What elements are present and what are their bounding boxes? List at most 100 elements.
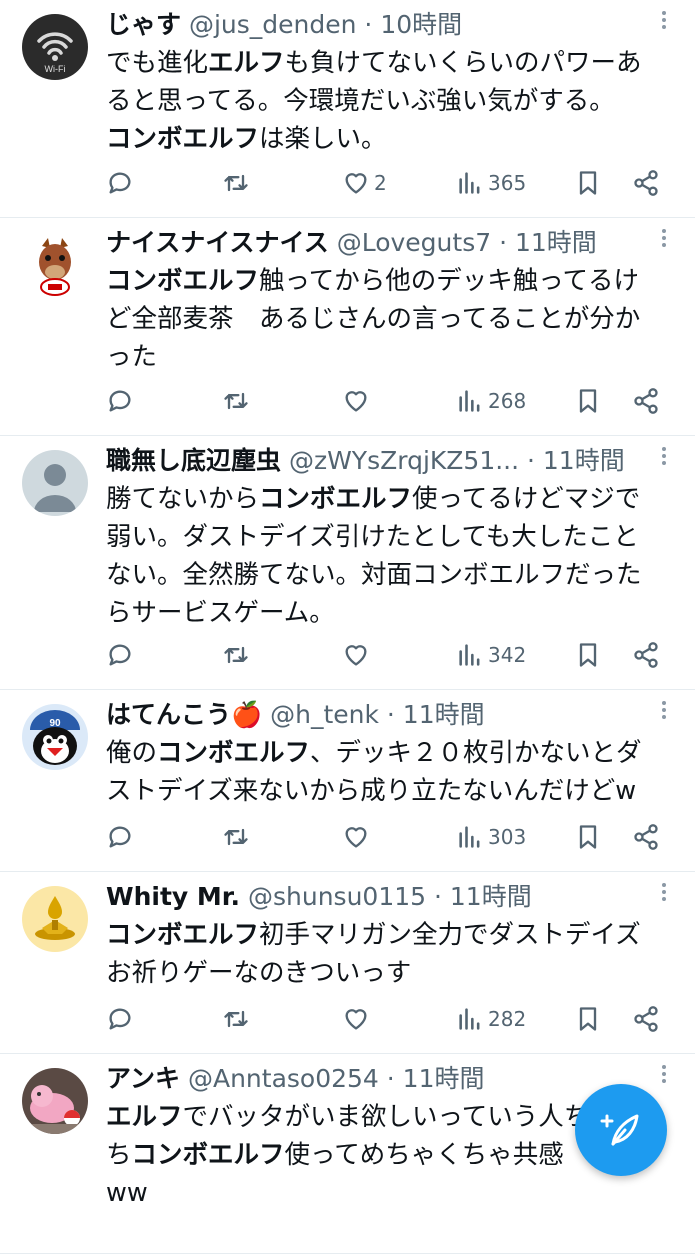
retweet-icon [222,169,250,197]
tweet-header: Whity Mr. @shunsu0115 · 11時間 [106,880,655,914]
share-button[interactable] [632,820,660,854]
like-count: 2 [374,171,387,195]
action-bar: 2 365 [106,166,665,200]
tweet-header: アンキ @Anntaso0254 · 11時間 [106,1062,655,1096]
heart-icon [342,169,370,197]
views-button[interactable]: 282 [456,1002,526,1036]
like-button[interactable] [342,820,374,854]
tweet-text: コンボエルフ初手マリガン全力でダストデイズ お祈りゲーなのきついっす [106,916,677,992]
views-button[interactable]: 303 [456,820,526,854]
more-options-icon[interactable] [661,444,667,468]
reply-button[interactable] [106,820,134,854]
heart-icon [342,641,370,669]
share-button[interactable] [632,638,660,672]
action-bar: 342 [106,638,665,672]
highlighted-keyword: コンボエルフ [259,484,413,514]
bookmark-button[interactable] [574,638,602,672]
meta-separator: · [426,882,450,911]
tweet-header: はてんこう🍎 @h_tenk · 11時間 [106,698,655,732]
highlighted-keyword: エルフ [106,1102,183,1132]
timestamp[interactable]: 11時間 [450,882,532,911]
avatar[interactable]: Wi-Fi [22,14,88,80]
meta-separator: · [491,228,515,257]
share-icon [632,641,660,669]
reply-button[interactable] [106,638,134,672]
tweet-text: コンボエルフ触ってから他のデッキ触ってるけ ど全部麦茶 あるじさんの言ってること… [106,262,677,376]
tweet[interactable]: ナイスナイスナイス @Loveguts7 · 11時間 コンボエルフ触ってから他の… [0,218,695,436]
tweet[interactable]: 職無し底辺塵虫 @zWYsZrqjKZ51... · 11時間 勝てないからコンボ… [0,436,695,690]
user-handle[interactable]: @h_tenk [270,700,379,729]
timestamp[interactable]: 10時間 [380,10,462,39]
display-name[interactable]: じゃす [106,10,181,39]
retweet-button[interactable] [222,1002,250,1036]
share-button[interactable] [632,384,660,418]
display-name[interactable]: はてんこう🍎 [106,700,262,729]
tweet[interactable]: Wi-Fi じゃす @jus_denden · 10時間 でも進化エルフも負けてない… [0,0,695,218]
user-handle[interactable]: @shunsu0115 [248,882,426,911]
retweet-button[interactable] [222,384,250,418]
like-button[interactable]: 2 [342,166,387,200]
user-handle[interactable]: @jus_denden [189,10,357,39]
retweet-button[interactable] [222,820,250,854]
more-options-icon[interactable] [661,1062,667,1086]
reply-icon [106,823,134,851]
meta-separator: · [356,10,381,39]
views-button[interactable]: 365 [456,166,526,200]
avatar[interactable] [22,450,88,516]
highlighted-keyword: コンボエルフ [131,1140,285,1170]
more-options-icon[interactable] [661,880,667,904]
display-name[interactable]: 職無し底辺塵虫 [106,446,281,475]
more-options-icon[interactable] [661,8,667,32]
user-handle[interactable]: @Loveguts7 [337,228,491,257]
highlighted-keyword: コンボエルフ [106,266,260,296]
retweet-button[interactable] [222,638,250,672]
display-name[interactable]: ナイスナイスナイス [106,228,329,257]
timestamp[interactable]: 11時間 [403,700,485,729]
bookmark-icon [574,169,602,197]
bookmark-button[interactable] [574,1002,602,1036]
timestamp[interactable]: 11時間 [515,228,597,257]
display-name[interactable]: Whity Mr. [106,882,240,911]
views-count: 342 [488,643,527,667]
avatar[interactable] [22,886,88,952]
retweet-icon [222,823,250,851]
tweet-header: ナイスナイスナイス @Loveguts7 · 11時間 [106,226,655,260]
avatar[interactable]: 90 [22,704,88,770]
share-button[interactable] [632,166,660,200]
bookmark-icon [574,641,602,669]
bookmark-button[interactable] [574,820,602,854]
bookmark-button[interactable] [574,166,602,200]
views-count: 303 [488,825,527,849]
share-button[interactable] [632,1002,660,1036]
meta-separator: · [519,446,543,475]
action-bar: 282 [106,1002,665,1036]
tweet[interactable]: 90 はてんこう🍎 @h_tenk · 11時間 俺のコンボエルフ、デッキ２０枚引か… [0,690,695,872]
timestamp[interactable]: 11時間 [543,446,625,475]
bookmark-button[interactable] [574,384,602,418]
like-button[interactable] [342,638,374,672]
retweet-icon [222,641,250,669]
more-options-icon[interactable] [661,226,667,250]
views-button[interactable]: 268 [456,384,526,418]
reply-button[interactable] [106,166,134,200]
tweet[interactable]: Whity Mr. @shunsu0115 · 11時間 コンボエルフ初手マリガン… [0,872,695,1054]
timestamp[interactable]: 11時間 [403,1064,485,1093]
retweet-button[interactable] [222,166,250,200]
bookmark-icon [574,823,602,851]
reply-button[interactable] [106,1002,134,1036]
reply-button[interactable] [106,384,134,418]
reply-icon [106,1005,134,1033]
compose-button[interactable] [575,1084,667,1176]
views-count: 268 [488,389,527,413]
views-button[interactable]: 342 [456,638,526,672]
avatar[interactable] [22,1068,88,1134]
display-name[interactable]: アンキ [106,1064,180,1093]
retweet-icon [222,387,250,415]
text-segment: でバッタがいま欲しいっていう人 [182,1102,564,1132]
more-options-icon[interactable] [661,698,667,722]
like-button[interactable] [342,384,374,418]
user-handle[interactable]: @Anntaso0254 [188,1064,379,1093]
like-button[interactable] [342,1002,374,1036]
avatar[interactable] [22,232,88,298]
user-handle[interactable]: @zWYsZrqjKZ51... [289,446,519,475]
